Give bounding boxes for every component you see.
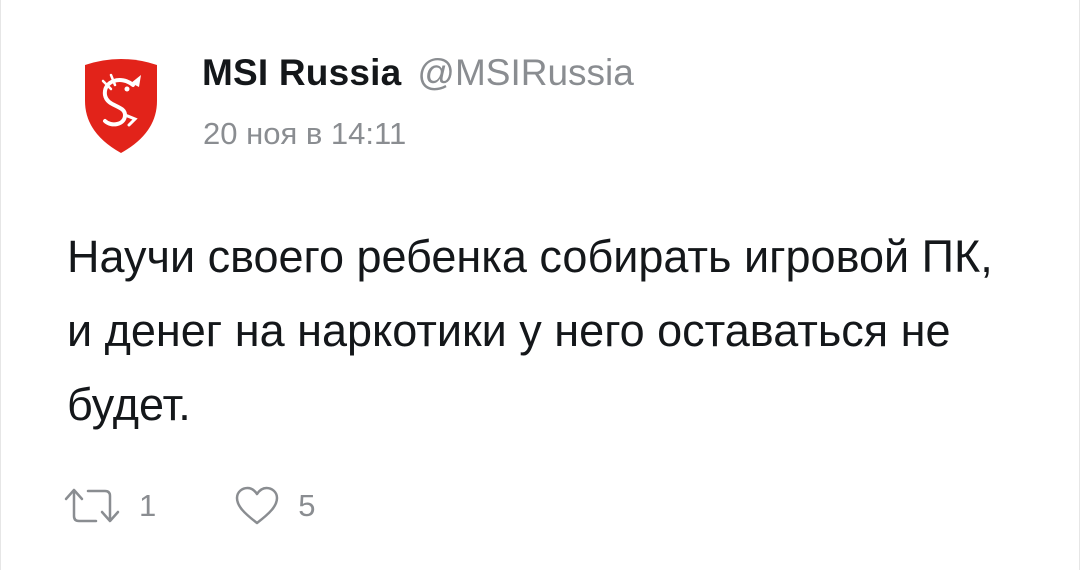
- like-button[interactable]: 5: [234, 486, 316, 526]
- retweet-button[interactable]: 1: [63, 486, 156, 526]
- author-row: MSI Russia @MSIRussia: [202, 52, 634, 98]
- retweet-count: 1: [139, 488, 157, 523]
- retweet-icon: [64, 488, 120, 523]
- author-handle[interactable]: @MSIRussia: [417, 52, 633, 94]
- msi-dragon-shield-icon: [85, 59, 157, 153]
- like-count: 5: [298, 488, 316, 523]
- avatar[interactable]: [81, 55, 161, 155]
- author-display-name[interactable]: MSI Russia: [202, 52, 401, 94]
- tweet-card: MSI Russia @MSIRussia 20 ноя в 14:11 Нау…: [0, 0, 1080, 570]
- tweet-actions: 1 5: [63, 478, 316, 534]
- tweet-text: Научи своего ребенка собирать игровой ПК…: [67, 231, 993, 430]
- tweet-timestamp[interactable]: 20 ноя в 14:11: [203, 116, 406, 152]
- heart-outline-icon: [236, 486, 279, 525]
